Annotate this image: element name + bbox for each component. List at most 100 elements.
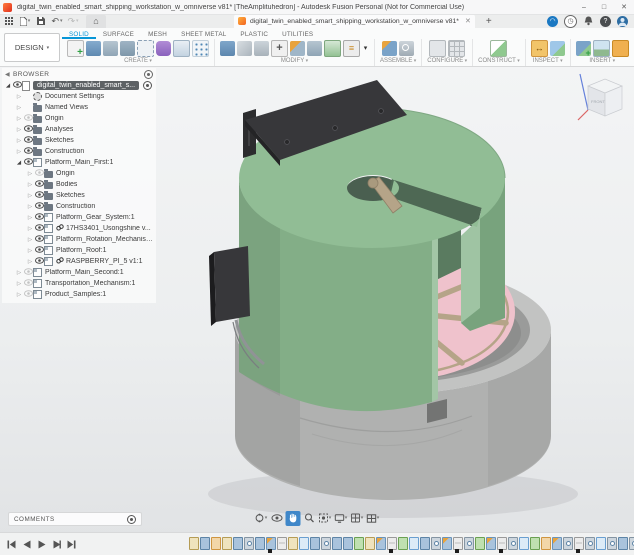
file-menu-icon[interactable]: ▾: [18, 15, 32, 27]
create-sketch-icon[interactable]: [67, 40, 84, 57]
pan-icon[interactable]: [286, 511, 301, 526]
change-parameters-icon[interactable]: [343, 40, 360, 57]
timeline-feature-icon[interactable]: [552, 537, 562, 550]
browser-item[interactable]: Origin: [2, 113, 156, 124]
expand-arrow-icon[interactable]: [26, 204, 34, 210]
timeline-feature-icon[interactable]: [629, 537, 634, 550]
expand-arrow-icon[interactable]: [26, 248, 34, 254]
timeline-feature-icon[interactable]: [310, 537, 320, 550]
browser-item[interactable]: Named Views: [2, 102, 156, 113]
expand-arrow-icon[interactable]: [4, 83, 12, 89]
press-pull-icon[interactable]: [220, 41, 235, 56]
expand-arrow-icon[interactable]: [15, 116, 23, 122]
pattern-points-icon[interactable]: [192, 40, 209, 57]
model-viewport[interactable]: ◀ BROWSER digital_twin_enabled_smart_s..…: [0, 66, 634, 555]
timeline-feature-icon[interactable]: [431, 537, 441, 550]
browser-item[interactable]: Platform_Roof:1: [2, 245, 156, 256]
browser-item[interactable]: Transportation_Mechanism:1: [2, 278, 156, 289]
visibility-eye-icon[interactable]: [34, 224, 44, 233]
browser-item[interactable]: Product_Samples:1: [2, 289, 156, 300]
expand-arrow-icon[interactable]: [26, 237, 34, 243]
timeline-feature-icon[interactable]: [519, 537, 529, 550]
visibility-eye-icon[interactable]: [12, 81, 22, 90]
timeline-feature-icon[interactable]: [409, 537, 419, 550]
visibility-eye-icon[interactable]: [23, 268, 33, 277]
workspace-selector[interactable]: DESIGN▾: [4, 33, 60, 62]
collapse-panel-icon[interactable]: ◀: [5, 71, 10, 78]
step-back-icon[interactable]: [21, 539, 32, 550]
timeline-feature-icon[interactable]: [255, 537, 265, 550]
hole-icon[interactable]: [173, 40, 190, 57]
ribbon-tab[interactable]: SOLID: [62, 28, 96, 39]
comments-bar[interactable]: COMMENTS: [8, 512, 142, 526]
visibility-eye-icon[interactable]: [34, 257, 44, 266]
zoom-icon[interactable]: [302, 511, 317, 526]
display-settings-icon[interactable]: ▾: [334, 511, 349, 526]
viewports-icon[interactable]: ▾: [366, 511, 381, 526]
timeline-feature-icon[interactable]: [585, 537, 595, 550]
offset-face-icon[interactable]: [307, 41, 322, 56]
create-form-icon[interactable]: [156, 41, 171, 56]
browser-item[interactable]: Construction: [2, 201, 156, 212]
new-component-icon[interactable]: [382, 41, 397, 56]
sweep-icon[interactable]: [120, 41, 135, 56]
group-label-modify[interactable]: MODIFY: [281, 58, 308, 64]
notifications-bell-icon[interactable]: [583, 16, 594, 27]
expand-arrow-icon[interactable]: [15, 105, 23, 111]
timeline-feature-icon[interactable]: [574, 537, 584, 550]
visibility-eye-icon[interactable]: [23, 158, 33, 167]
skip-to-start-icon[interactable]: [6, 539, 17, 550]
ribbon-tab[interactable]: SURFACE: [96, 28, 141, 39]
undo-icon[interactable]: ↶▾: [50, 15, 64, 27]
user-avatar[interactable]: [617, 16, 628, 27]
timeline-feature-icon[interactable]: [387, 537, 397, 550]
visibility-eye-icon[interactable]: [34, 180, 44, 189]
timeline-feature-icon[interactable]: [541, 537, 551, 550]
timeline-feature-icon[interactable]: [464, 537, 474, 550]
browser-item[interactable]: Origin: [2, 168, 156, 179]
configure-icon[interactable]: [429, 40, 446, 57]
timeline-feature-icon[interactable]: [354, 537, 364, 550]
visibility-eye-icon[interactable]: [34, 235, 44, 244]
timeline-feature-icon[interactable]: [596, 537, 606, 550]
visibility-eye-icon[interactable]: [23, 279, 33, 288]
timeline-feature-icon[interactable]: [277, 537, 287, 550]
browser-item[interactable]: Analyses: [2, 124, 156, 135]
browser-item[interactable]: Platform_Main_Second:1: [2, 267, 156, 278]
shell-icon[interactable]: [254, 41, 269, 56]
browser-item[interactable]: Platform_Main_First:1: [2, 157, 156, 168]
timeline-feature-icon[interactable]: [530, 537, 540, 550]
browser-item[interactable]: Platform_Rotation_Mechanism:1: [2, 234, 156, 245]
timeline-feature-icon[interactable]: [475, 537, 485, 550]
browser-item[interactable]: 17HS3401_Usongshine v...: [2, 223, 156, 234]
timeline-feature-icon[interactable]: [618, 537, 628, 550]
group-label-inspect[interactable]: INSPECT: [533, 58, 563, 64]
timeline-feature-icon[interactable]: [299, 537, 309, 550]
ribbon-tab[interactable]: UTILITIES: [275, 28, 320, 39]
revolve-icon[interactable]: [103, 41, 118, 56]
insert-mcmaster-icon[interactable]: [612, 40, 629, 57]
section-analysis-icon[interactable]: [550, 41, 565, 56]
active-document-tab[interactable]: digital_twin_enabled_smart_shipping_work…: [234, 14, 475, 28]
play-icon[interactable]: [36, 539, 47, 550]
insert-derive-icon[interactable]: [576, 41, 591, 56]
browser-item[interactable]: digital_twin_enabled_smart_s...: [2, 80, 156, 91]
group-label-configure[interactable]: CONFIGURE: [427, 58, 467, 64]
timeline-feature-icon[interactable]: [420, 537, 430, 550]
maximize-button[interactable]: □: [594, 1, 614, 14]
construction-plane-icon[interactable]: [490, 40, 507, 57]
expand-arrow-icon[interactable]: [15, 127, 23, 133]
timeline-feature-icon[interactable]: [442, 537, 452, 550]
measure-icon[interactable]: [531, 40, 548, 57]
visibility-eye-icon[interactable]: [23, 136, 33, 145]
expand-arrow-icon[interactable]: [15, 292, 23, 298]
expand-arrow-icon[interactable]: [26, 259, 34, 265]
browser-options-icon[interactable]: [144, 70, 153, 79]
visibility-eye-icon[interactable]: [34, 213, 44, 222]
group-label-insert[interactable]: INSERT: [589, 58, 615, 64]
job-status-clock-icon[interactable]: ◷: [564, 15, 577, 28]
timeline-feature-icon[interactable]: [321, 537, 331, 550]
timeline-feature-icon[interactable]: [244, 537, 254, 550]
ribbon-tab[interactable]: MESH: [141, 28, 174, 39]
visibility-eye-icon[interactable]: [34, 191, 44, 200]
